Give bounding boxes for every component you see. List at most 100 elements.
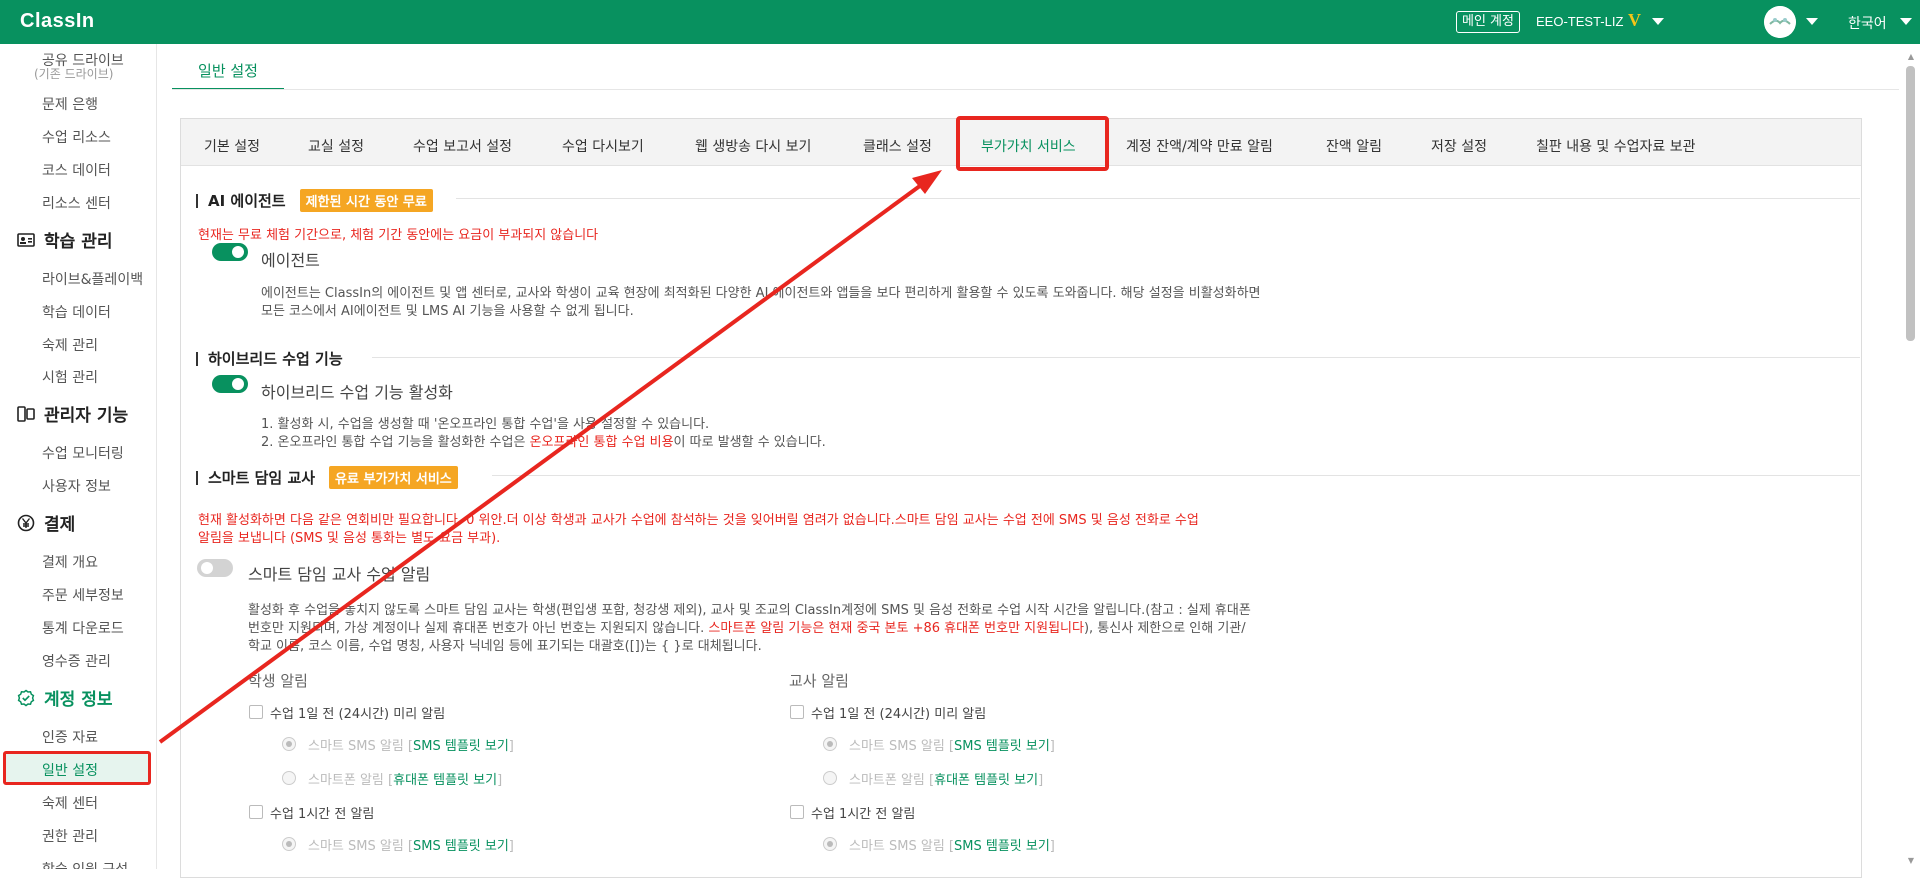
hybrid-toggle[interactable] <box>212 375 248 393</box>
scroll-down-arrow-icon[interactable]: ▼ <box>1906 856 1916 866</box>
sidebar-item-shared-drive-sub: (기존 드라이브) <box>34 67 114 81</box>
teacher-24h-sms-radio[interactable] <box>823 737 837 751</box>
tab-class-settings[interactable]: 클래스 설정 <box>863 136 932 156</box>
bracket: ] <box>508 739 514 754</box>
sidebar-item-stats-download[interactable]: 통계 다운로드 <box>42 618 124 638</box>
smart-notice-2: 알림을 보냅니다 (SMS 및 음성 통화는 별도 요금 부과). <box>198 531 501 546</box>
free-trial-badge: 제한된 시간 동안 무료 <box>299 189 433 212</box>
teacher-1h-checkbox[interactable] <box>790 805 804 819</box>
sms-template-link[interactable]: SMS 템플릿 보기 <box>954 739 1050 754</box>
section-bar <box>196 351 198 366</box>
student-24h-phone-radio[interactable] <box>282 771 296 785</box>
student-1h-sms-radio[interactable] <box>282 837 296 851</box>
sidebar-item-homework-center[interactable]: 숙제 센터 <box>42 793 98 813</box>
section-title-smart-teacher: 스마트 담임 교사 유료 부가가치 서비스 <box>196 466 458 489</box>
ai-agent-desc-2: 모든 코스에서 AI에이전트 및 LMS AI 기능을 사용할 수 없게 됩니다… <box>261 304 634 319</box>
tab-balance-alert[interactable]: 잔액 알림 <box>1326 136 1382 156</box>
smart-desc-2-pre: 번호만 지원되며, 가상 계정이나 실제 휴대폰 번호가 아닌 번호는 지원되지… <box>248 621 709 636</box>
tab-board-archive[interactable]: 칠판 내용 및 수업자료 보관 <box>1536 136 1695 156</box>
hybrid-cost-text: 온오프라인 통합 수업 비용 <box>529 435 674 450</box>
account-name[interactable]: EEO-TEST-LIZ <box>1536 14 1623 29</box>
yen-circle-icon <box>16 513 36 533</box>
student-24h-sms-radio[interactable] <box>282 737 296 751</box>
page-tab-divider <box>172 89 1899 90</box>
tab-balance-contract-alert[interactable]: 계정 잔액/계약 만료 알림 <box>1126 136 1273 156</box>
hybrid-note-2: 2. 온오프라인 통합 수업 기능을 활성화한 수업은 온오프라인 통합 수업 … <box>261 431 826 450</box>
sms-template-link[interactable]: SMS 템플릿 보기 <box>413 739 509 754</box>
bracket: ] <box>508 839 514 854</box>
phone-template-link[interactable]: 휴대폰 템플릿 보기 <box>393 773 497 788</box>
tab-class-report-settings[interactable]: 수업 보고서 설정 <box>413 136 512 156</box>
sms-template-link[interactable]: SMS 템플릿 보기 <box>954 839 1050 854</box>
sidebar-item-verification[interactable]: 인증 자료 <box>42 727 98 747</box>
sidebar-item-receipt-management[interactable]: 영수증 관리 <box>42 651 111 671</box>
student-24h-phone-option: 스마트폰 알림 [휴대폰 템플릿 보기] <box>308 769 502 788</box>
classin-logo[interactable]: ClassIn <box>20 10 95 33</box>
sidebar-group-label: 학습 관리 <box>44 232 113 252</box>
sidebar-item-resource-center[interactable]: 리소스 센터 <box>42 193 111 213</box>
language-selector[interactable]: 한국어 <box>1848 13 1887 33</box>
sidebar-item-order-details[interactable]: 주문 세부정보 <box>42 585 124 605</box>
ai-agent-desc-1: 에이전트는 ClassIn의 에이전트 및 앱 센터로, 교사와 학생이 교육 … <box>261 286 1261 301</box>
section-bar <box>196 470 198 485</box>
sidebar-item-learning-members[interactable]: 학습 인원 구성 <box>42 859 128 869</box>
tab-basic-settings[interactable]: 기본 설정 <box>204 136 260 156</box>
ai-agent-toggle[interactable] <box>212 243 248 261</box>
teacher-24h-label: 수업 1일 전 (24시간) 미리 알림 <box>811 707 987 722</box>
smart-desc-2-red: 스마트폰 알림 기능은 현재 중국 본토 +86 휴대폰 번호만 지원됩니다 <box>708 621 1084 636</box>
student-1h-checkbox[interactable] <box>249 805 263 819</box>
language-dropdown-caret-icon[interactable] <box>1900 18 1912 25</box>
sidebar-group-admin[interactable]: 관리자 기능 <box>16 401 128 426</box>
account-dropdown-caret-icon[interactable] <box>1652 18 1664 25</box>
vip-badge: V <box>1628 10 1641 30</box>
teacher-1h-sms-radio[interactable] <box>823 837 837 851</box>
bracket: ] <box>1049 839 1055 854</box>
sidebar-item-class-resources[interactable]: 수업 리소스 <box>42 127 111 147</box>
annotation-highlight-sidebar <box>3 751 151 785</box>
phone-template-link[interactable]: 휴대폰 템플릿 보기 <box>934 773 1038 788</box>
avatar-dropdown-caret-icon[interactable] <box>1806 18 1818 25</box>
top-bar: ClassIn 메인 계정 EEO-TEST-LIZ V 한국어 <box>0 0 1920 44</box>
sidebar-item-homework[interactable]: 숙제 관리 <box>42 335 98 355</box>
sidebar-item-exams[interactable]: 시험 관리 <box>42 367 98 387</box>
teacher-24h-checkbox[interactable] <box>790 705 804 719</box>
smart-teacher-toggle-label: 스마트 담임 교사 수업 알림 <box>248 565 431 584</box>
sidebar-item-class-monitoring[interactable]: 수업 모니터링 <box>42 443 124 463</box>
hybrid-note-2-post: 이 따로 발생할 수 있습니다. <box>673 435 826 450</box>
sidebar: 공유 드라이브 (기존 드라이브) 문제 은행 수업 리소스 코스 데이터 리소… <box>0 44 157 869</box>
tab-web-live-replay[interactable]: 웹 생방송 다시 보기 <box>695 136 811 156</box>
sidebar-item-question-bank[interactable]: 문제 은행 <box>42 94 98 114</box>
section-title-ai-agent: AI 에이전트 제한된 시간 동안 무료 <box>196 189 433 212</box>
student-24h-sms-option: 스마트 SMS 알림 [SMS 템플릿 보기] <box>308 735 514 754</box>
phone-alert-text: 스마트폰 알림 [ <box>849 773 935 788</box>
sms-alert-text: 스마트 SMS 알림 [ <box>849 839 954 854</box>
sidebar-item-permissions[interactable]: 권한 관리 <box>42 826 98 846</box>
smart-teacher-toggle[interactable] <box>197 559 233 577</box>
scroll-up-arrow-icon[interactable]: ▲ <box>1906 52 1916 62</box>
sms-alert-text: 스마트 SMS 알림 [ <box>308 739 413 754</box>
sidebar-item-learning-data[interactable]: 학습 데이터 <box>42 302 111 322</box>
sms-template-link[interactable]: SMS 템플릿 보기 <box>413 839 509 854</box>
tab-class-replay[interactable]: 수업 다시보기 <box>562 136 644 156</box>
sidebar-item-user-info[interactable]: 사용자 정보 <box>42 476 111 496</box>
teacher-24h-phone-radio[interactable] <box>823 771 837 785</box>
page-scrollbar-thumb[interactable] <box>1906 66 1915 341</box>
bracket: ] <box>1038 773 1044 788</box>
teacher-1h-sms-option: 스마트 SMS 알림 [SMS 템플릿 보기] <box>849 835 1055 854</box>
main-account-badge[interactable]: 메인 계정 <box>1456 11 1520 33</box>
sidebar-group-account[interactable]: 계정 정보 <box>16 685 112 710</box>
tab-classroom-settings[interactable]: 교실 설정 <box>308 136 364 156</box>
bracket: ] <box>1049 739 1055 754</box>
sidebar-item-course-data[interactable]: 코스 데이터 <box>42 160 111 180</box>
avatar[interactable] <box>1764 6 1796 38</box>
student-24h-checkbox[interactable] <box>249 705 263 719</box>
sidebar-item-live-playback[interactable]: 라이브&플레이백 <box>42 269 143 289</box>
smart-notice-1: 현재 활성화하면 다음 같은 연회비만 필요합니다. 0 위안.더 이상 학생과… <box>198 513 1199 528</box>
tab-storage-settings[interactable]: 저장 설정 <box>1431 136 1487 156</box>
sidebar-group-payment[interactable]: 결제 <box>16 510 75 535</box>
sidebar-group-learning[interactable]: 학습 관리 <box>16 227 112 252</box>
sidebar-item-payment-overview[interactable]: 결제 개요 <box>42 552 98 572</box>
student-1h-label: 수업 1시간 전 알림 <box>270 807 375 822</box>
tab-general-settings[interactable]: 일반 설정 <box>172 56 284 90</box>
bracket: ] <box>497 773 503 788</box>
